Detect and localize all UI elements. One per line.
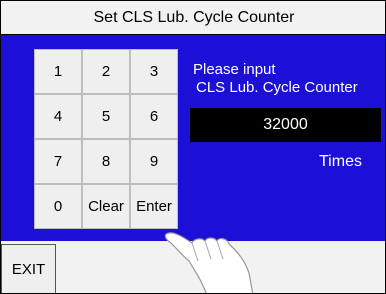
window-title: Set CLS Lub. Cycle Counter [1, 1, 385, 35]
key-8[interactable]: 8 [82, 139, 130, 184]
unit-label: Times [319, 153, 362, 170]
counter-value-field[interactable]: 32000 [190, 108, 381, 142]
key-6[interactable]: 6 [130, 94, 178, 139]
numeric-keypad: 1 2 3 4 5 6 7 8 9 0 Clear Enter [34, 49, 178, 229]
hand-pointer-icon [164, 232, 254, 293]
prompt-line-2: CLS Lub. Cycle Counter [196, 79, 358, 96]
key-9[interactable]: 9 [130, 139, 178, 184]
key-2[interactable]: 2 [82, 49, 130, 94]
key-4[interactable]: 4 [34, 94, 82, 139]
exit-button[interactable]: EXIT [1, 244, 56, 293]
input-prompt: Please input CLS Lub. Cycle Counter [193, 61, 383, 97]
key-3[interactable]: 3 [130, 49, 178, 94]
key-7[interactable]: 7 [34, 139, 82, 184]
prompt-line-1: Please input [193, 61, 276, 78]
key-5[interactable]: 5 [82, 94, 130, 139]
key-1[interactable]: 1 [34, 49, 82, 94]
hmi-screen: Set CLS Lub. Cycle Counter 1 2 3 4 5 6 7… [0, 0, 386, 294]
key-0[interactable]: 0 [34, 184, 82, 229]
clear-button[interactable]: Clear [82, 184, 130, 229]
